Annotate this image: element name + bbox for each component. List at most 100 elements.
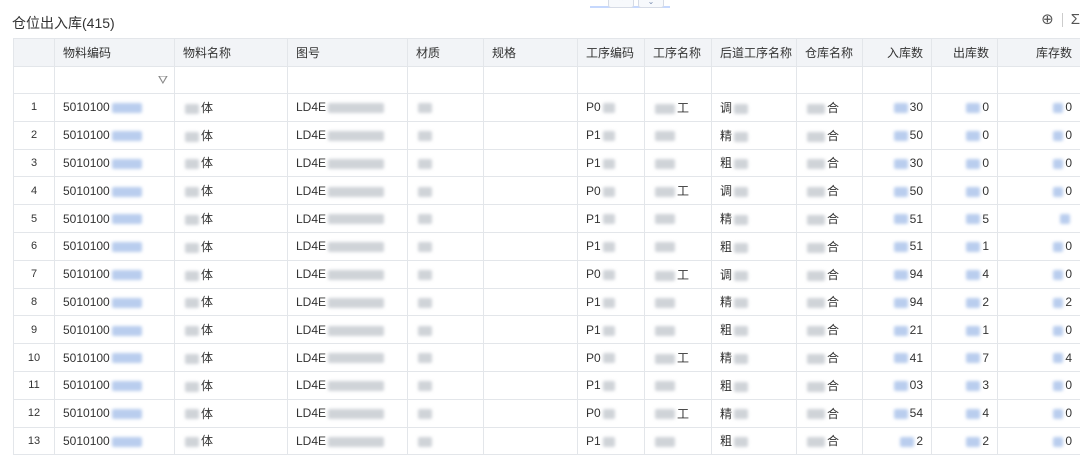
zoom-search-icon[interactable]: ⊕ bbox=[1041, 12, 1054, 28]
col-header-material-name[interactable]: 物料名称 bbox=[175, 39, 288, 67]
table-row[interactable]: 85010100体LD4EP1精合9422 bbox=[14, 288, 1080, 316]
cell-outbound: 2 bbox=[932, 288, 998, 316]
cell-warehouse: 合 bbox=[797, 149, 863, 177]
table-row[interactable]: 95010100体LD4EP1粗合2110 bbox=[14, 316, 1080, 344]
collapse-up-icon[interactable]: ⌃ bbox=[608, 0, 634, 8]
cell-next-process: 精 bbox=[712, 344, 797, 372]
col-header-next-process[interactable]: 后道工序名称 bbox=[712, 39, 797, 67]
outbound-text: 1 bbox=[982, 323, 989, 337]
table-row[interactable]: 105010100体LD4EP0工精合4174 bbox=[14, 344, 1080, 372]
redacted-mark bbox=[418, 353, 432, 363]
cell-process-name bbox=[645, 288, 712, 316]
redacted-mark bbox=[734, 215, 748, 225]
stock-text: 0 bbox=[1065, 128, 1072, 142]
table-row[interactable]: 55010100体LD4EP1精合515 bbox=[14, 205, 1080, 233]
inbound-text: 54 bbox=[910, 406, 923, 420]
redacted-mark bbox=[603, 326, 615, 336]
cell-material bbox=[408, 205, 484, 233]
next-process-text: 精 bbox=[720, 295, 732, 309]
redacted-mark bbox=[185, 298, 199, 308]
outbound-text: 2 bbox=[982, 295, 989, 309]
col-header-warehouse[interactable]: 仓库名称 bbox=[797, 39, 863, 67]
cell-material-name: 体 bbox=[175, 205, 288, 233]
next-process-text: 精 bbox=[720, 129, 732, 143]
stock-text: 0 bbox=[1065, 323, 1072, 337]
cell-process-code: P1 bbox=[578, 149, 645, 177]
col-header-stock[interactable]: 库存数 bbox=[998, 39, 1080, 67]
inbound-text: 50 bbox=[910, 128, 923, 142]
next-process-text: 粗 bbox=[720, 156, 732, 170]
col-header-process-code[interactable]: 工序编码 bbox=[578, 39, 645, 67]
material-code-text: 5010100 bbox=[63, 184, 110, 198]
cell-process-code: P1 bbox=[578, 232, 645, 260]
outbound-text: 0 bbox=[982, 100, 989, 114]
cell-process-name bbox=[645, 316, 712, 344]
cell-process-code: P0 bbox=[578, 344, 645, 372]
cell-warehouse: 合 bbox=[797, 427, 863, 455]
next-process-text: 精 bbox=[720, 407, 732, 421]
drawing-no-text: LD4E bbox=[296, 128, 326, 142]
redacted-mark bbox=[807, 271, 825, 281]
warehouse-text: 合 bbox=[827, 268, 839, 282]
table-row[interactable]: 115010100体LD4EP1粗合0330 bbox=[14, 371, 1080, 399]
cell-process-name: 工 bbox=[645, 177, 712, 205]
redacted-mark bbox=[328, 242, 384, 252]
cell-warehouse: 合 bbox=[797, 94, 863, 122]
filter-cell[interactable] bbox=[645, 67, 712, 94]
filter-cell[interactable] bbox=[712, 67, 797, 94]
redacted-mark bbox=[418, 242, 432, 252]
material-name-text: 体 bbox=[201, 434, 213, 448]
cell-drawing-no: LD4E bbox=[288, 94, 408, 122]
col-header-drawing-no[interactable]: 图号 bbox=[288, 39, 408, 67]
redacted-mark bbox=[966, 103, 980, 113]
table-row[interactable]: 135010100体LD4EP1粗合220 bbox=[14, 427, 1080, 455]
process-code-text: P0 bbox=[586, 184, 601, 198]
filter-cell[interactable] bbox=[932, 67, 998, 94]
redacted-mark bbox=[418, 131, 432, 141]
filter-cell[interactable] bbox=[408, 67, 484, 94]
table-row[interactable]: 45010100体LD4EP0工调合5000 bbox=[14, 177, 1080, 205]
redacted-mark bbox=[1053, 270, 1063, 280]
filter-cell-material-code[interactable]: ⛛ bbox=[55, 67, 175, 94]
cell-material bbox=[408, 149, 484, 177]
filter-funnel-icon[interactable]: ⛛ bbox=[158, 73, 168, 87]
filter-cell[interactable] bbox=[578, 67, 645, 94]
cell-outbound: 0 bbox=[932, 149, 998, 177]
table-row[interactable]: 25010100体LD4EP1精合5000 bbox=[14, 121, 1080, 149]
col-header-material[interactable]: 材质 bbox=[408, 39, 484, 67]
col-header-inbound[interactable]: 入库数 bbox=[863, 39, 932, 67]
table-row[interactable]: 65010100体LD4EP1粗合5110 bbox=[14, 232, 1080, 260]
redacted-mark bbox=[185, 104, 199, 114]
filter-cell[interactable] bbox=[175, 67, 288, 94]
sum-icon[interactable]: Σ bbox=[1071, 12, 1080, 28]
col-header-process-name[interactable]: 工序名称 bbox=[645, 39, 712, 67]
table-row[interactable]: 15010100体LD4EP0工调合3000 bbox=[14, 94, 1080, 122]
redacted-mark bbox=[734, 326, 748, 336]
redacted-mark bbox=[655, 409, 675, 419]
process-name-text: 工 bbox=[677, 184, 689, 198]
cell-material-name: 体 bbox=[175, 316, 288, 344]
filter-cell[interactable] bbox=[484, 67, 578, 94]
filter-cell[interactable] bbox=[998, 67, 1080, 94]
row-index: 1 bbox=[14, 94, 55, 122]
redacted-mark bbox=[603, 409, 615, 419]
row-index-text: 13 bbox=[28, 435, 40, 447]
table-row[interactable]: 35010100体LD4EP1粗合3000 bbox=[14, 149, 1080, 177]
redacted-mark bbox=[603, 242, 615, 252]
filter-cell[interactable] bbox=[288, 67, 408, 94]
col-header-spec[interactable]: 规格 bbox=[484, 39, 578, 67]
filter-cell[interactable] bbox=[863, 67, 932, 94]
redacted-mark bbox=[1053, 298, 1063, 308]
cell-warehouse: 合 bbox=[797, 288, 863, 316]
cell-process-name bbox=[645, 205, 712, 233]
collapse-down-icon[interactable]: ⌄ bbox=[638, 0, 664, 8]
col-header-material-code[interactable]: 物料编码 bbox=[55, 39, 175, 67]
table-row[interactable]: 125010100体LD4EP0工精合5440 bbox=[14, 399, 1080, 427]
redacted-mark bbox=[418, 214, 432, 224]
table-row[interactable]: 75010100体LD4EP0工调合9440 bbox=[14, 260, 1080, 288]
redacted-mark bbox=[418, 270, 432, 280]
filter-cell[interactable] bbox=[797, 67, 863, 94]
redacted-mark bbox=[655, 354, 675, 364]
row-index: 10 bbox=[14, 344, 55, 372]
col-header-outbound[interactable]: 出库数 bbox=[932, 39, 998, 67]
